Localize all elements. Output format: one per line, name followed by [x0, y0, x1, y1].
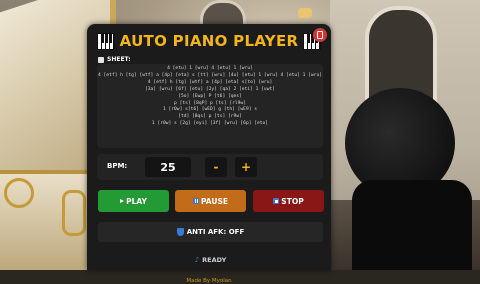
pause-icon [193, 198, 199, 204]
bpm-control: BPM: 25 - + [97, 154, 323, 180]
sheet-line: [3a] [wru] [6f] [etu] [2y] [qa] 2 [eti] … [145, 86, 275, 92]
music-note-icon: ♪ [194, 256, 200, 264]
close-icon [317, 31, 323, 39]
piano-keys-icon [96, 32, 115, 50]
bpm-increase-button[interactable]: + [235, 157, 257, 177]
bpm-input[interactable]: 25 [145, 157, 191, 177]
anti-afk-label: ANTI AFK: OFF [186, 228, 245, 236]
stop-icon [273, 198, 280, 204]
sheet-line: 4 [etf] h [tg] [wtf] a [4p] [eta] s[to] … [147, 79, 273, 85]
close-button[interactable] [313, 28, 327, 42]
pause-button[interactable]: PAUSE [175, 190, 246, 212]
sheet-textbox[interactable]: 4 [etu] 1 [wru] 4 [etu] 1 [wru] 4 [etf] … [97, 64, 323, 148]
sheet-line: 4 [etu] 1 [wru] 4 [etu] 1 [wru] [167, 66, 253, 71]
piano-ornament [62, 190, 86, 236]
shield-icon [176, 228, 184, 236]
checkbox-icon [98, 56, 104, 63]
status-indicator: ♪ READY [98, 250, 323, 270]
pause-label: PAUSE [201, 196, 228, 206]
auto-piano-panel: AUTO PIANO PLAYER SHEET: 4 [etu] 1 [wru]… [87, 24, 331, 284]
anti-afk-toggle[interactable]: ANTI AFK: OFF [98, 222, 323, 242]
play-icon [120, 199, 125, 203]
credits-footer: Made By Myolan [186, 278, 232, 284]
panel-title: AUTO PIANO PLAYER [119, 32, 299, 50]
bpm-decrease-button[interactable]: - [205, 157, 227, 177]
sheet-line: [5o] [Ewp] P [t6] [qes] [178, 93, 242, 99]
play-label: PLAY [126, 196, 147, 206]
piano-ornament [4, 178, 34, 208]
stop-button[interactable]: STOP [253, 190, 324, 212]
ceiling-lamp [298, 8, 312, 18]
play-button[interactable]: PLAY [98, 190, 169, 212]
sheet-line: 1 [r0w] s [2g] [eyi] [3f] [wru] [6p] [et… [151, 121, 269, 127]
sheet-header: SHEET: [98, 56, 131, 63]
player-avatar-body [352, 180, 472, 270]
stop-label: STOP [281, 196, 304, 206]
title-bar: AUTO PIANO PLAYER [87, 28, 331, 54]
status-label: READY [202, 256, 227, 264]
bpm-label: BPM: [107, 162, 128, 170]
sheet-label: SHEET: [107, 56, 131, 63]
sheet-line: 4 [etf] h [tg] [wtf] a [4p] [eta] s [tt]… [97, 72, 323, 78]
